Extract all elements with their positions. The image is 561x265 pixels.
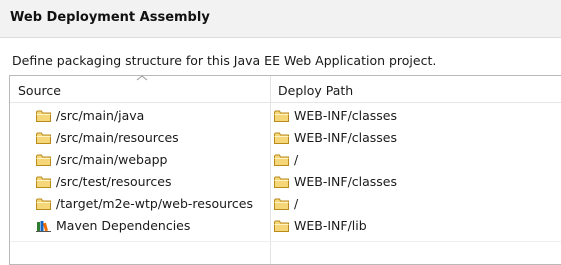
title-bar: Web Deployment Assembly — [0, 0, 561, 38]
folder-icon — [274, 176, 289, 188]
source-cell: /src/main/resources — [36, 130, 179, 145]
deploy-path-label: / — [294, 196, 299, 211]
deploy-path-cell[interactable]: WEB-INF/classes — [274, 130, 397, 145]
column-header-deploy-path[interactable]: Deploy Path — [278, 83, 353, 98]
folder-icon — [274, 220, 289, 232]
source-cell: Maven Dependencies — [36, 218, 190, 233]
deploy-path-cell[interactable]: WEB-INF/lib — [274, 218, 367, 233]
source-cell: /target/m2e-wtp/web-resources — [36, 196, 253, 211]
column-header-source[interactable]: Source — [18, 83, 61, 98]
table-row[interactable]: /src/main/java WEB-INF/classes — [10, 105, 561, 127]
grid-line — [10, 241, 561, 242]
source-label: /src/test/resources — [56, 174, 172, 189]
page-title: Web Deployment Assembly — [10, 10, 210, 25]
source-cell: /src/test/resources — [36, 174, 171, 189]
folder-icon — [274, 132, 289, 144]
source-label: /src/main/resources — [56, 130, 179, 145]
folder-icon — [274, 154, 289, 166]
deploy-path-cell[interactable]: / — [274, 152, 298, 167]
folder-icon — [36, 110, 51, 122]
folder-icon — [274, 198, 289, 210]
table-row[interactable]: Maven Dependencies WEB-INF/lib — [10, 215, 561, 237]
table-row[interactable]: /src/main/resources WEB-INF/classes — [10, 127, 561, 149]
deploy-path-cell[interactable]: WEB-INF/classes — [274, 174, 397, 189]
deployment-table[interactable]: Source Deploy Path /src/main/java WEB-INF… — [9, 75, 561, 265]
library-icon — [36, 220, 51, 232]
table-header: Source Deploy Path — [10, 75, 561, 103]
source-cell: /src/main/webapp — [36, 152, 168, 167]
deploy-path-label: WEB-INF/classes — [294, 108, 398, 123]
table-row[interactable]: /target/m2e-wtp/web-resources / — [10, 193, 561, 215]
folder-icon — [36, 198, 51, 210]
source-label: /src/main/webapp — [56, 152, 168, 167]
deploy-path-label: / — [294, 152, 299, 167]
source-label: Maven Dependencies — [56, 218, 191, 233]
deploy-path-label: WEB-INF/classes — [294, 130, 398, 145]
table-row[interactable]: /src/test/resources WEB-INF/classes — [10, 171, 561, 193]
deploy-path-cell[interactable]: WEB-INF/classes — [274, 108, 397, 123]
folder-icon — [274, 110, 289, 122]
source-label: /src/main/java — [56, 108, 145, 123]
deploy-path-label: WEB-INF/classes — [294, 174, 398, 189]
source-cell: /src/main/java — [36, 108, 144, 123]
folder-icon — [36, 176, 51, 188]
sort-ascending-icon — [136, 75, 148, 81]
deploy-path-cell[interactable]: / — [274, 196, 298, 211]
table-row[interactable]: /src/main/webapp / — [10, 149, 561, 171]
folder-icon — [36, 132, 51, 144]
deploy-path-label: WEB-INF/lib — [294, 218, 367, 233]
source-label: /target/m2e-wtp/web-resources — [56, 196, 253, 211]
description-text: Define packaging structure for this Java… — [12, 53, 437, 68]
folder-icon — [36, 154, 51, 166]
